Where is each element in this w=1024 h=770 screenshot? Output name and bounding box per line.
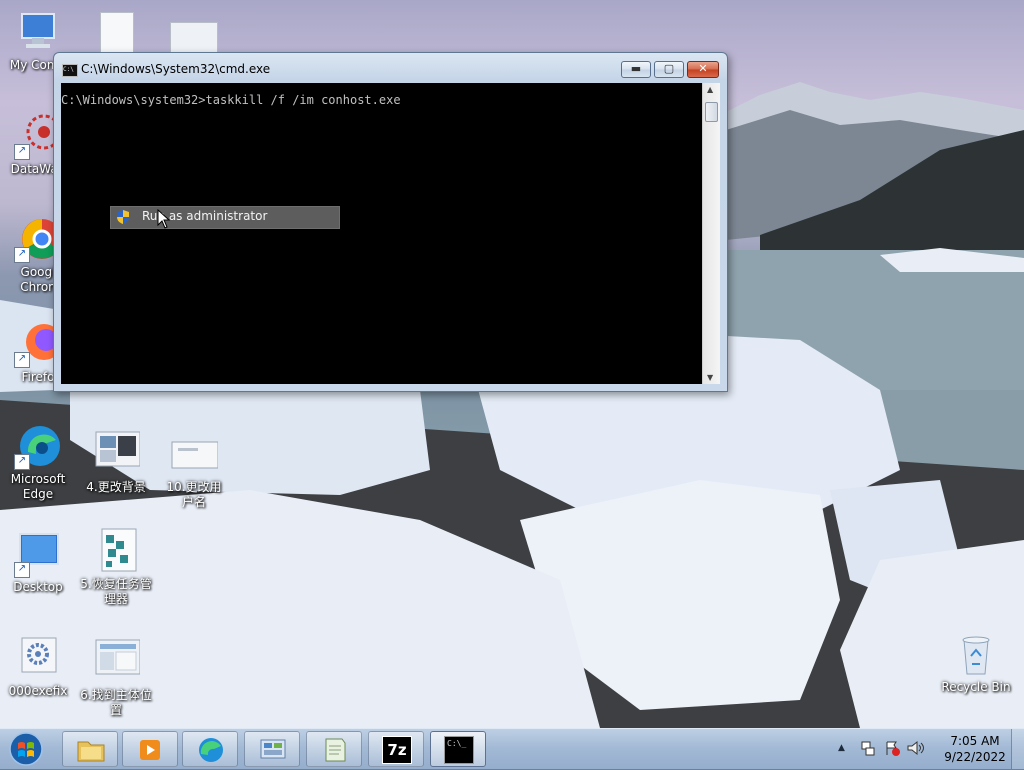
shortcut-arrow-icon: ↗ [14,144,30,160]
scroll-up-arrow-icon[interactable]: ▲ [707,85,713,94]
gear-document-icon [14,634,62,682]
desktop-folder-icon: ↗ [14,530,62,578]
taskbar-file-explorer[interactable] [62,731,118,767]
desktop-icon-desktop[interactable]: ↗ Desktop [0,530,76,595]
console-area[interactable]: C:\Windows\system32>taskkill /f /im conh… [61,83,702,384]
desktop-icon-label: Microsoft Edge [10,472,66,501]
image-file-icon [170,430,219,478]
maximize-button[interactable]: ▢ [654,61,684,78]
desktop-icon-change-username[interactable]: 10.更改用户名 [156,430,232,510]
control-panel-icon [260,739,286,759]
mouse-pointer-icon [157,209,171,229]
scroll-down-arrow-icon[interactable]: ▼ [707,373,713,382]
desktop-icon-000exefix[interactable]: 000exefix [0,634,76,699]
desktop-icon-screenshot-file[interactable] [170,22,218,54]
media-player-icon [140,740,160,760]
desktop-icon-label: 000exefix [8,684,68,698]
desktop-icon-label: 6.找到主体位置 [80,688,152,717]
image-file-icon [92,638,141,686]
desktop-icon-label: Recycle Bin [941,680,1011,694]
desktop-icon-find-subject-location[interactable]: 6.找到主体位置 [78,638,154,718]
shortcut-arrow-icon: ↗ [14,352,30,368]
seven-zip-label: 7z [387,741,407,759]
shortcut-arrow-icon: ↗ [14,247,30,263]
clock-date: 9/22/2022 [944,750,1006,764]
edge-icon [199,738,223,762]
start-button[interactable] [6,731,46,767]
taskbar-notepad[interactable] [306,731,362,767]
vertical-scrollbar[interactable]: ▲ ▼ [702,83,720,384]
system-tray: ▲ 7:05 AM 9/22/2022 [838,729,1024,769]
taskbar-edge[interactable] [182,731,238,767]
windows-orb-icon [9,732,43,766]
desktop-icon-microsoft-edge[interactable]: ↗ Microsoft Edge [0,422,76,502]
window-title: C:\Windows\System32\cmd.exe [81,62,271,76]
cmd-icon-label: C:\_ [447,739,467,748]
close-button[interactable]: ✕ [687,61,719,78]
desktop-icon-change-background[interactable]: 4.更改背景 [78,430,154,495]
desktop-icon-label: Desktop [13,580,63,594]
registry-file-icon [92,527,140,575]
scrollbar-thumb[interactable] [705,102,718,122]
shortcut-arrow-icon: ↗ [14,562,30,578]
image-file-icon [92,430,141,478]
computer-icon [14,8,62,56]
minimize-button[interactable]: ▬ [621,61,651,78]
desktop-icon-restore-task-manager[interactable]: 5.恢复任务管理器 [78,527,154,607]
console-command-line: C:\Windows\system32>taskkill /f /im conh… [61,93,401,107]
recycle-bin-icon [952,630,1000,678]
network-icon[interactable] [860,740,876,756]
desktop-icon-label: 10.更改用户名 [166,480,222,509]
folder-icon [77,741,105,762]
desktop-icon-label: 4.更改背景 [86,480,146,494]
run-as-administrator-drag-item: Run as administrator [110,206,340,229]
volume-icon[interactable] [906,740,924,756]
desktop-icon-blank-document[interactable] [100,12,134,54]
taskbar: 7z C:\_ ▲ 7:05 AM 9/22/2022 [0,728,1024,769]
notepad-icon [325,738,346,762]
clock-time: 7:05 AM [950,734,1000,748]
taskbar-7zip[interactable]: 7z [368,731,424,767]
cmd-icon: C:\_ [444,736,474,764]
desktop-icon-label: 5.恢复任务管理器 [80,577,152,606]
show-hidden-icons-arrow-icon[interactable]: ▲ [838,743,845,753]
taskbar-cmd[interactable]: C:\_ [430,731,486,767]
desktop-icon-recycle-bin[interactable]: Recycle Bin [936,630,1016,695]
action-center-flag-icon[interactable] [884,740,900,756]
clock[interactable]: 7:05 AM 9/22/2022 [940,733,1010,765]
taskbar-control-panel[interactable] [244,731,300,767]
seven-zip-icon: 7z [382,736,412,764]
shortcut-arrow-icon: ↗ [14,454,30,470]
window-titlebar[interactable]: C:\ C:\Windows\System32\cmd.exe ▬ ▢ ✕ [54,53,727,83]
show-desktop-button[interactable] [1011,729,1024,769]
uac-shield-icon [117,210,129,224]
cmd-app-icon: C:\ [62,64,78,77]
taskbar-media-player[interactable] [122,731,178,767]
edge-icon: ↗ [14,422,62,470]
